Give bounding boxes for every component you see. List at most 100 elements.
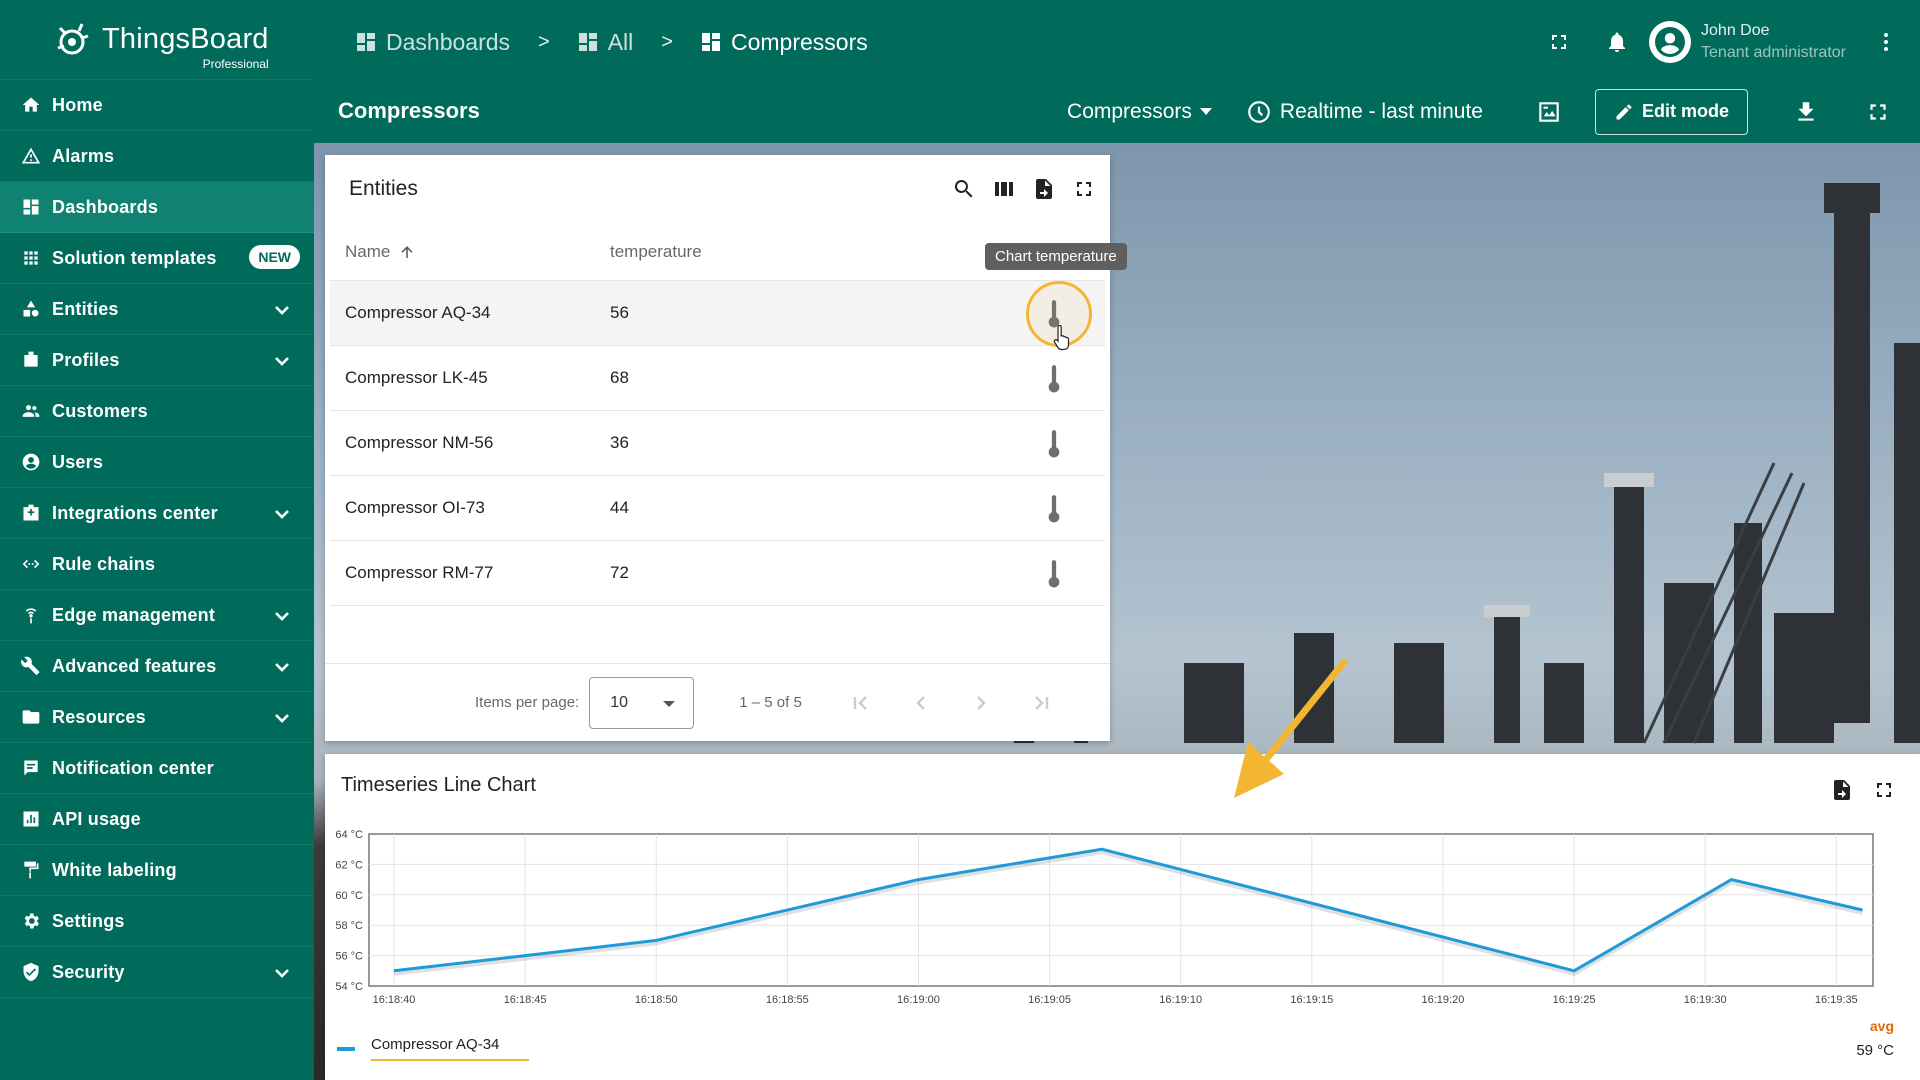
home-icon (20, 94, 42, 116)
sidebar-item-label: Notification center (52, 757, 214, 778)
sidebar-item-notification-center[interactable]: Notification center (0, 743, 314, 794)
annotation-arrow (1234, 658, 1348, 798)
chevron-down-icon[interactable] (272, 351, 292, 371)
sidebar-item-home[interactable]: Home (0, 80, 314, 131)
chevron-down-icon[interactable] (272, 708, 292, 728)
legend-series-label[interactable]: Compressor AQ-34 (371, 1036, 530, 1061)
clock-icon (1248, 100, 1270, 123)
user-menu[interactable]: John Doe Tenant administrator (1649, 20, 1846, 64)
sidebar-item-advanced-features[interactable]: Advanced features (0, 641, 314, 692)
table-row[interactable]: Compressor AQ-34 56 (330, 281, 1105, 346)
timewindow-label: Realtime - last minute (1279, 99, 1483, 123)
last-page-icon (1034, 695, 1048, 710)
line-chart[interactable]: 54 °C 56 °C 58 °C 60 °C 62 °C 64 °C 16:18:40 16… (325, 816, 1920, 1021)
breadcrumb-all[interactable]: All (576, 29, 633, 56)
items-per-page-value: 10 (610, 693, 629, 711)
notifications-button[interactable] (1597, 22, 1637, 62)
sidebar-item-profiles[interactable]: Profiles (0, 335, 314, 386)
chevron-down-icon[interactable] (272, 606, 292, 626)
sidebar-item-alarms[interactable]: Alarms (0, 131, 314, 182)
next-page-button[interactable] (962, 684, 1000, 722)
x-tick-label: 16:19:05 (1028, 994, 1071, 1006)
dashboard-icon (701, 33, 720, 51)
export-button[interactable] (1030, 175, 1058, 203)
breadcrumb-dashboards[interactable]: Dashboards (354, 29, 510, 56)
sidebar-item-resources[interactable]: Resources (0, 692, 314, 743)
table-row[interactable]: Compressor RM-77 72 (330, 541, 1105, 606)
thingsboard-logo-icon (57, 22, 89, 54)
chart-temperature-button[interactable] (1037, 427, 1071, 461)
dashboard-toolbar: Compressors Compressors Realtime - last … (314, 80, 1920, 143)
avg-header: avg (1869, 1018, 1894, 1034)
dashboard-state-select[interactable]: Compressors (1067, 100, 1212, 124)
chevron-down-icon[interactable] (272, 300, 292, 320)
edit-mode-button[interactable]: Edit mode (1594, 88, 1748, 135)
column-header-temperature[interactable]: temperature (610, 242, 910, 262)
chart-temperature-button[interactable] (1037, 362, 1071, 396)
chevron-down-icon[interactable] (272, 504, 292, 524)
more-menu-button[interactable] (1866, 22, 1906, 62)
sidebar-item-users[interactable]: Users (0, 437, 314, 488)
image-export-icon (1539, 101, 1559, 122)
breadcrumb-separator: > (661, 30, 673, 53)
logo[interactable]: ThingsBoard Professional (0, 0, 314, 80)
sidebar-item-solution-templates[interactable]: Solution templates NEW (0, 233, 314, 284)
sidebar-item-settings[interactable]: Settings (0, 896, 314, 947)
entity-name: Compressor OI-73 (345, 498, 485, 517)
y-tick-label: 54 °C (335, 981, 363, 993)
legend-avg: avg 59 °C (1856, 1018, 1894, 1059)
search-button[interactable] (950, 175, 978, 203)
dashboard-icon (357, 33, 375, 51)
previous-page-button[interactable] (902, 684, 940, 722)
export-button[interactable] (1828, 776, 1856, 804)
sidebar-item-security[interactable]: Security (0, 947, 314, 998)
table-row[interactable]: Compressor LK-45 68 (330, 346, 1105, 411)
column-header-name[interactable]: Name (330, 242, 610, 262)
api-usage-icon (20, 808, 42, 830)
apps-icon (20, 247, 42, 269)
timewindow-button[interactable]: Realtime - last minute (1246, 99, 1483, 125)
sidebar-item-label: Profiles (52, 349, 120, 370)
x-tick-label: 16:19:25 (1553, 994, 1596, 1006)
sidebar-item-entities[interactable]: Entities (0, 284, 314, 335)
fullscreen-button[interactable] (1539, 22, 1579, 62)
pencil-icon (1616, 104, 1632, 119)
fullscreen-icon (1877, 783, 1891, 797)
items-per-page-select[interactable]: 10 (589, 676, 695, 729)
sidebar-item-white-labeling[interactable]: White labeling (0, 845, 314, 896)
top-bar: Dashboards > All > Compressors John Doe … (314, 0, 1920, 80)
dashboard-icon (20, 196, 42, 218)
columns-button[interactable] (990, 175, 1018, 203)
chevron-right-icon (976, 695, 986, 710)
last-page-button[interactable] (1022, 684, 1060, 722)
sidebar-item-edge-management[interactable]: Edge management (0, 590, 314, 641)
sidebar-item-dashboards[interactable]: Dashboards (0, 182, 314, 233)
entity-temperature: 36 (610, 433, 629, 452)
chevron-down-icon[interactable] (272, 657, 292, 677)
chart-temperature-button[interactable] (1037, 492, 1071, 526)
x-tick-label: 16:19:00 (897, 994, 940, 1006)
dashboard-tools: Compressors Realtime - last minute Edit … (1067, 80, 1920, 143)
first-page-button[interactable] (842, 684, 880, 722)
account-icon (1655, 27, 1686, 57)
sidebar-item-label: Solution templates (52, 247, 217, 268)
download-button[interactable] (1782, 88, 1830, 136)
fullscreen-icon (1870, 103, 1886, 120)
table-row[interactable]: Compressor OI-73 44 (330, 476, 1105, 541)
sidebar-item-api-usage[interactable]: API usage (0, 794, 314, 845)
chart-temperature-button[interactable] (1037, 557, 1071, 591)
sidebar-item-integrations-center[interactable]: Integrations center (0, 488, 314, 539)
customers-icon (20, 400, 42, 422)
chevron-down-icon[interactable] (272, 963, 292, 983)
sidebar-item-customers[interactable]: Customers (0, 386, 314, 437)
table-row[interactable]: Compressor NM-56 36 (330, 411, 1105, 476)
widget-fullscreen-button[interactable] (1870, 776, 1898, 804)
entity-temperature: 56 (610, 303, 629, 322)
export-image-button[interactable] (1525, 88, 1573, 136)
page-range: 1 – 5 of 5 (739, 694, 802, 711)
integrations-icon (20, 502, 42, 524)
sidebar-item-rule-chains[interactable]: Rule chains (0, 539, 314, 590)
widget-title: Timeseries Line Chart (341, 773, 536, 796)
widget-fullscreen-button[interactable] (1070, 175, 1098, 203)
dashboard-fullscreen-button[interactable] (1854, 88, 1902, 136)
